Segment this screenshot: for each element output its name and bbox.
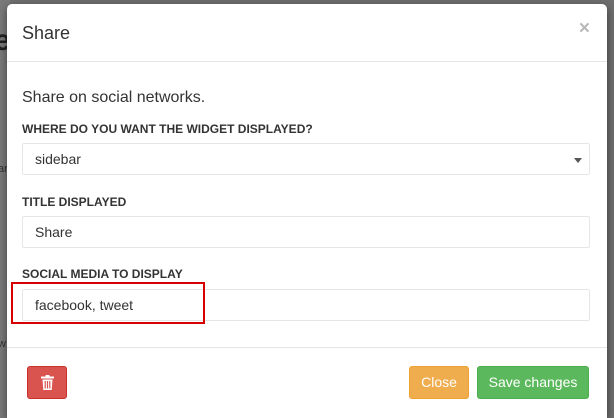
share-modal: Share × Share on social networks. WHERE … bbox=[7, 4, 607, 418]
chevron-down-icon bbox=[574, 158, 582, 163]
backdrop-text-fragment: w bbox=[0, 338, 6, 350]
close-icon[interactable]: × bbox=[579, 19, 590, 38]
title-displayed-value: Share bbox=[35, 224, 73, 240]
social-media-value: facebook, tweet bbox=[35, 297, 134, 313]
title-displayed-label: TITLE DISPLAYED bbox=[22, 195, 127, 209]
modal-header: Share × bbox=[7, 4, 607, 62]
social-media-input[interactable]: facebook, tweet bbox=[22, 289, 590, 321]
modal-title: Share bbox=[22, 23, 71, 43]
title-displayed-input[interactable]: Share bbox=[22, 216, 590, 248]
modal-footer: Close Save changes bbox=[7, 347, 607, 418]
trash-icon bbox=[41, 375, 54, 390]
save-changes-button[interactable]: Save changes bbox=[477, 366, 589, 399]
widget-location-label: WHERE DO YOU WANT THE WIDGET DISPLAYED? bbox=[22, 122, 313, 136]
widget-location-value: sidebar bbox=[35, 151, 81, 167]
social-media-label: SOCIAL MEDIA TO DISPLAY bbox=[22, 267, 183, 281]
widget-location-select[interactable]: sidebar bbox=[22, 143, 590, 175]
close-button[interactable]: Close bbox=[409, 366, 469, 399]
intro-text: Share on social networks. bbox=[22, 89, 206, 106]
delete-button[interactable] bbox=[27, 366, 67, 399]
